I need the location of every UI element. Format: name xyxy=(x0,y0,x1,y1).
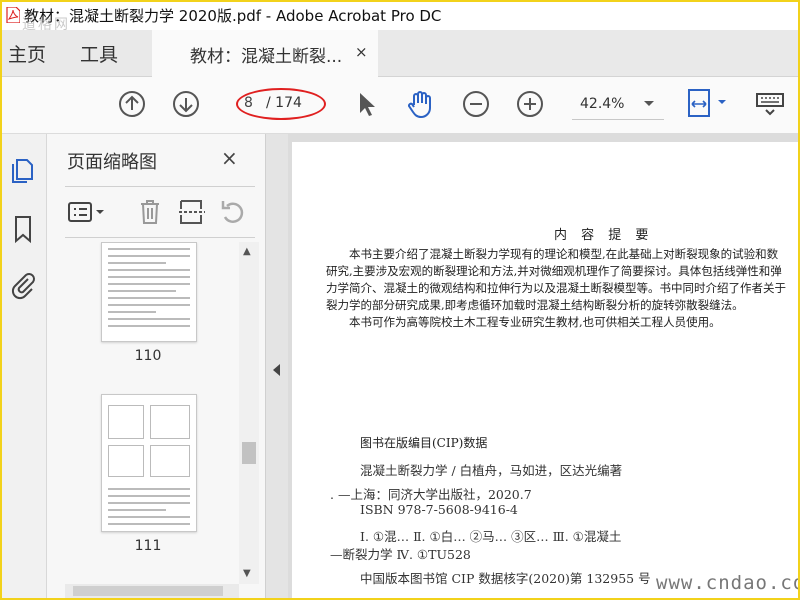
scrollbar-thumb[interactable] xyxy=(242,442,256,464)
zoom-in-button[interactable] xyxy=(514,88,546,120)
collapse-panel-icon[interactable] xyxy=(273,364,280,376)
thumbnail-figure xyxy=(108,405,144,439)
site-watermark-bottom: www.cndao.com xyxy=(656,572,798,594)
cip-line: Ⅰ. ①混… Ⅱ. ①白… ②马… ③区… Ⅲ. ①混凝土 xyxy=(360,529,622,544)
plus-circle-icon xyxy=(517,91,543,117)
navigation-rail xyxy=(2,134,47,598)
minus-circle-icon xyxy=(463,91,489,117)
arrow-up-circle-icon xyxy=(119,91,145,117)
pdf-page: 内 容 提 要 本书主要介绍了混凝土断裂力学现有的理论和模型,在此基础上对断裂现… xyxy=(292,142,798,598)
thumbnail-figure xyxy=(150,405,190,439)
zoom-out-button[interactable] xyxy=(460,88,492,120)
rotate-pages-button[interactable] xyxy=(217,197,247,227)
tab-home[interactable]: 主页 xyxy=(8,40,46,67)
page-thumbnail[interactable] xyxy=(101,242,197,342)
thumbnails-icon xyxy=(12,159,33,183)
thumbnail-page-label: 111 xyxy=(134,538,162,554)
summary-line: 本书可作为高等院校土木工程专业研究生教材,也可供相关工程人员使用。 xyxy=(326,315,721,329)
zoom-dropdown[interactable]: 42.4% xyxy=(572,89,664,120)
cip-line: ISBN 978-7-5608-9416-4 xyxy=(360,502,518,517)
options-menu-icon xyxy=(68,202,104,222)
hand-icon xyxy=(408,91,431,119)
summary-line: 力学简介、混凝土的微观结构和拉伸行为以及混凝土断裂模型等。书中同时介绍了作者关于 xyxy=(326,281,786,295)
cip-line: . —上海：同济大学出版社，2020.7 xyxy=(330,487,532,502)
main-toolbar: 8 / 174 42.4% xyxy=(2,77,798,134)
thumbnail-figure xyxy=(108,445,144,477)
thumbnail-list: 110 111 xyxy=(65,242,241,584)
tab-document[interactable]: 教材：混凝土断裂... × xyxy=(152,30,378,77)
chevron-down-icon xyxy=(644,101,654,106)
thumbnail-figure xyxy=(150,445,190,477)
tab-bar: 主页 工具 教材：混凝土断裂... × xyxy=(2,30,798,77)
cip-line: 中国版本图书馆 CIP 数据核字(2020)第 132955 号 xyxy=(360,571,651,586)
zoom-value: 42.4% xyxy=(580,96,625,112)
thumbnail-horizontal-scrollbar[interactable] xyxy=(65,584,239,598)
fit-width-icon xyxy=(688,89,726,117)
paperclip-icon xyxy=(11,273,35,300)
bookmark-icon xyxy=(15,216,31,244)
thumbnail-page-label: 110 xyxy=(134,348,162,364)
rotate-icon xyxy=(221,201,244,224)
thumbnail-scrollbar[interactable]: ▲ ▼ xyxy=(239,242,259,584)
previous-page-button[interactable] xyxy=(116,88,148,120)
keyboard-icon xyxy=(756,93,784,116)
page-insert-icon xyxy=(179,200,205,224)
cursor-arrow-icon xyxy=(360,93,375,116)
cip-title: 图书在版编目(CIP)数据 xyxy=(360,436,488,450)
hand-tool-button[interactable] xyxy=(404,88,436,120)
scroll-up-icon[interactable]: ▲ xyxy=(243,246,251,257)
select-tool-button[interactable] xyxy=(350,88,382,120)
page-thumbnail[interactable] xyxy=(101,394,197,532)
page-heading: 内 容 提 要 xyxy=(554,228,654,243)
application-window: 教材：混凝土断裂力学 2020版.pdf - Adobe Acrobat Pro… xyxy=(0,0,800,600)
scroll-down-icon[interactable]: ▼ xyxy=(243,568,251,579)
window-title: 教材：混凝土断裂力学 2020版.pdf - Adobe Acrobat Pro… xyxy=(24,7,442,25)
arrow-down-circle-icon xyxy=(173,91,199,117)
thumbnails-panel: 页面缩略图 × 110 111 ▲ ▼ xyxy=(47,134,266,598)
summary-line: 裂力学的部分研究成果,即考虑循环加载时混凝土结构断裂分析的旋转弥散裂缝法。 xyxy=(326,298,744,312)
trash-icon xyxy=(141,200,159,224)
scrollbar-thumb[interactable] xyxy=(73,586,223,596)
panel-title: 页面缩略图 xyxy=(67,152,157,173)
keyboard-tools-button[interactable] xyxy=(754,88,786,120)
delete-pages-button[interactable] xyxy=(135,197,165,227)
bookmarks-button[interactable] xyxy=(8,214,38,244)
cip-line: —断裂力学 Ⅳ. ①TU528 xyxy=(330,547,471,562)
cip-line: 混凝土断裂力学 / 白植舟，马如进，区达光编著 xyxy=(360,463,623,478)
fit-page-button[interactable] xyxy=(686,88,730,120)
insert-pages-button[interactable] xyxy=(177,197,207,227)
summary-line: 本书主要介绍了混凝土断裂力学现有的理论和模型,在此基础上对断裂现象的试验和数 xyxy=(326,247,779,261)
attachments-button[interactable] xyxy=(8,270,38,300)
thumbnail-options-button[interactable] xyxy=(67,197,109,227)
panel-splitter[interactable] xyxy=(266,134,288,598)
summary-line: 研究,主要涉及宏观的断裂理论和方法,并对微细观机理作了简要探讨。具体包括线弹性和… xyxy=(326,264,782,278)
panel-toolbar xyxy=(65,186,255,238)
page-thumbnails-button[interactable] xyxy=(8,156,38,186)
title-bar: 教材：混凝土断裂力学 2020版.pdf - Adobe Acrobat Pro… xyxy=(2,2,798,33)
tab-close-button[interactable]: × xyxy=(355,43,368,61)
acrobat-app-icon xyxy=(6,7,20,23)
red-annotation-ellipse xyxy=(236,88,326,120)
tab-tools[interactable]: 工具 xyxy=(80,40,118,67)
panel-close-button[interactable]: × xyxy=(221,146,238,170)
next-page-button[interactable] xyxy=(170,88,202,120)
tab-document-label: 教材：混凝土断裂... xyxy=(190,47,343,67)
document-view[interactable]: 内 容 提 要 本书主要介绍了混凝土断裂力学现有的理论和模型,在此基础上对断裂现… xyxy=(288,134,798,598)
